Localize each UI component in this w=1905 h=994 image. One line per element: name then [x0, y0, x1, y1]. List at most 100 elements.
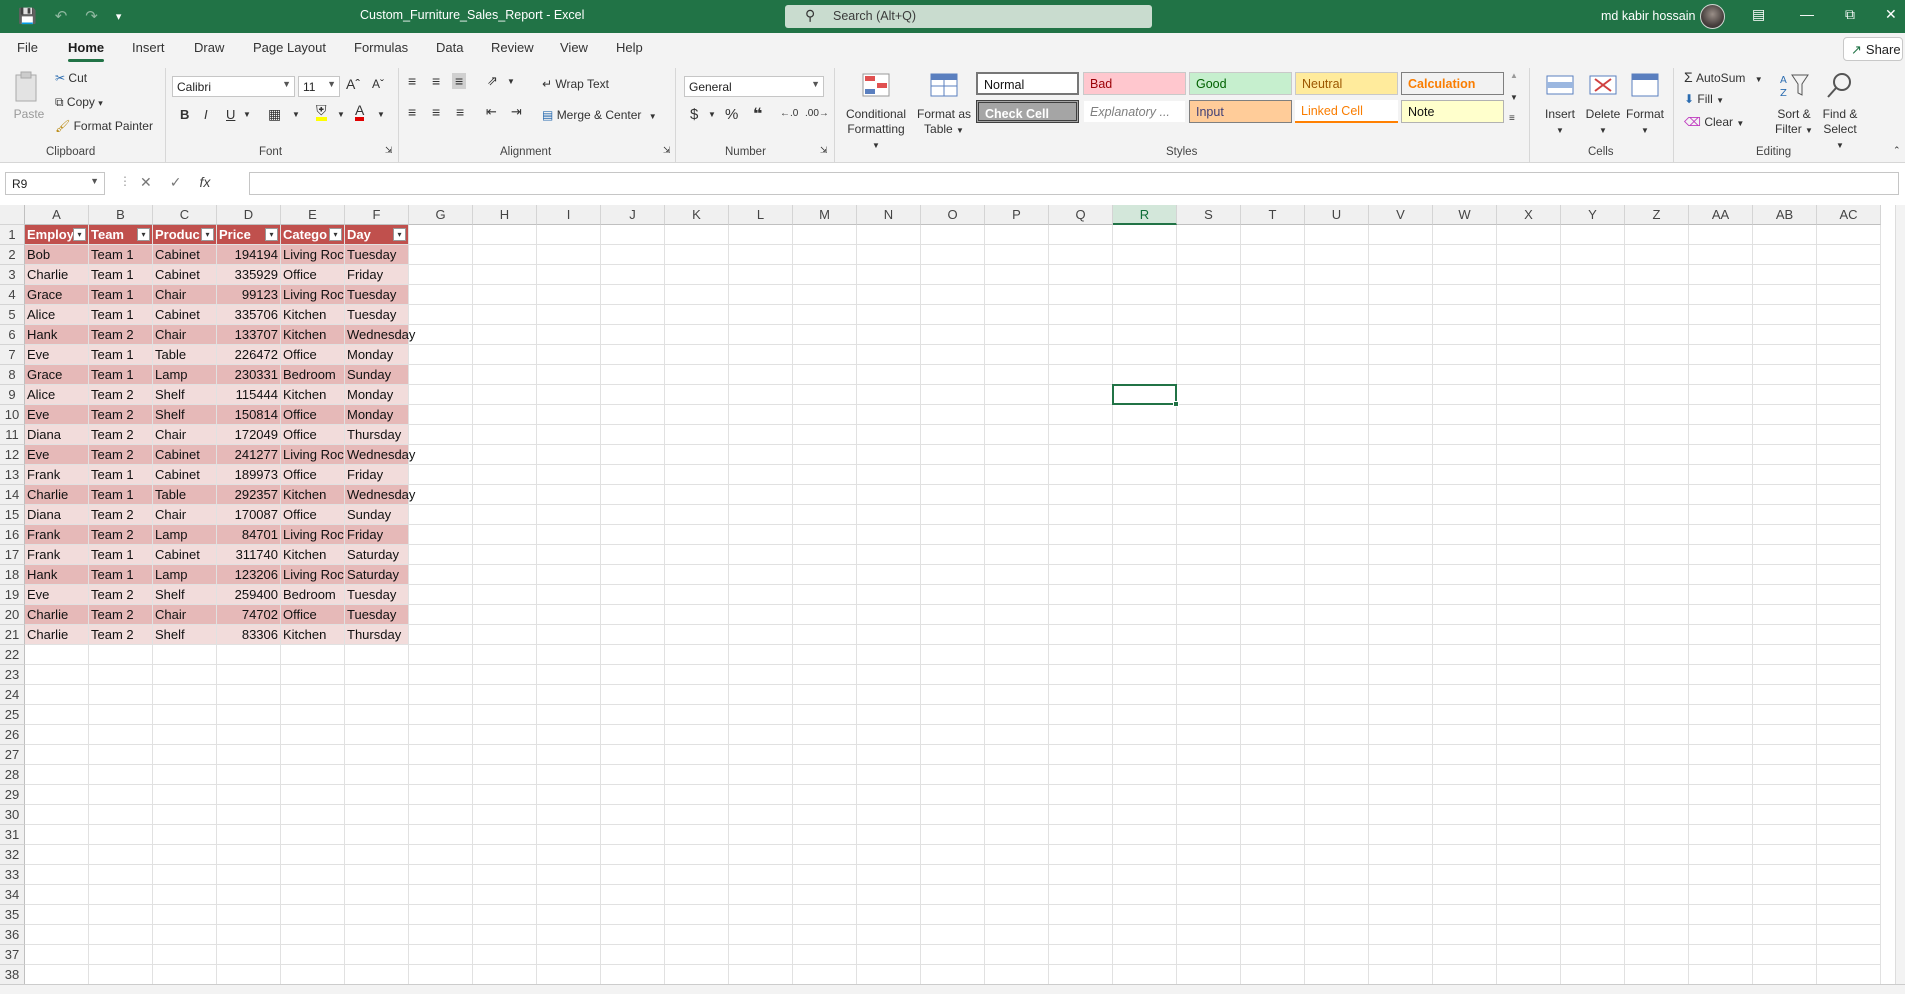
- cell[interactable]: [985, 485, 1049, 505]
- cell[interactable]: [1561, 845, 1625, 865]
- cell[interactable]: [1369, 605, 1433, 625]
- cell[interactable]: [665, 785, 729, 805]
- cell[interactable]: [1049, 665, 1113, 685]
- cell[interactable]: [1817, 245, 1881, 265]
- cell[interactable]: [1625, 745, 1689, 765]
- cell[interactable]: [473, 565, 537, 585]
- cell[interactable]: [473, 245, 537, 265]
- cell[interactable]: [793, 705, 857, 725]
- cell[interactable]: [345, 745, 409, 765]
- cell[interactable]: [1241, 785, 1305, 805]
- cell[interactable]: [345, 905, 409, 925]
- cell[interactable]: [665, 525, 729, 545]
- table-cell[interactable]: Living Roc: [281, 245, 345, 265]
- cell[interactable]: [793, 625, 857, 645]
- cell[interactable]: [89, 945, 153, 965]
- cell[interactable]: [857, 545, 921, 565]
- cell[interactable]: [89, 745, 153, 765]
- row-header[interactable]: 23: [0, 665, 25, 685]
- cell[interactable]: [1753, 645, 1817, 665]
- cell[interactable]: [1497, 345, 1561, 365]
- cell[interactable]: [1049, 405, 1113, 425]
- column-header[interactable]: M: [793, 205, 857, 225]
- cell[interactable]: [729, 705, 793, 725]
- cell[interactable]: [985, 765, 1049, 785]
- cell[interactable]: [473, 925, 537, 945]
- cell[interactable]: [985, 605, 1049, 625]
- cell[interactable]: [1305, 225, 1369, 245]
- row-header[interactable]: 14: [0, 485, 25, 505]
- cell[interactable]: [1497, 585, 1561, 605]
- cell[interactable]: [1113, 805, 1177, 825]
- table-cell[interactable]: Shelf: [153, 625, 217, 645]
- cell[interactable]: [281, 925, 345, 945]
- cell[interactable]: [537, 945, 601, 965]
- cell[interactable]: [1561, 285, 1625, 305]
- row-header[interactable]: 9: [0, 385, 25, 405]
- cell[interactable]: [1753, 685, 1817, 705]
- cell[interactable]: [1625, 665, 1689, 685]
- vertical-scrollbar[interactable]: [1895, 205, 1905, 985]
- cell[interactable]: [1113, 565, 1177, 585]
- cell[interactable]: [1497, 645, 1561, 665]
- tab-review[interactable]: Review: [491, 40, 534, 55]
- cell[interactable]: [537, 625, 601, 645]
- align-middle-icon[interactable]: ≡: [432, 73, 440, 89]
- cell[interactable]: [1369, 765, 1433, 785]
- cell[interactable]: [473, 885, 537, 905]
- cell[interactable]: [1753, 765, 1817, 785]
- cell[interactable]: [793, 825, 857, 845]
- font-size-combo[interactable]: 11 ▼: [298, 76, 340, 97]
- row-header[interactable]: 12: [0, 445, 25, 465]
- cell[interactable]: [1113, 405, 1177, 425]
- table-cell[interactable]: 335929: [217, 265, 281, 285]
- cell[interactable]: [1625, 645, 1689, 665]
- table-cell[interactable]: Office: [281, 465, 345, 485]
- cell[interactable]: [665, 705, 729, 725]
- cell[interactable]: [473, 865, 537, 885]
- cell[interactable]: [1817, 345, 1881, 365]
- cell[interactable]: [1561, 365, 1625, 385]
- cell[interactable]: [1241, 525, 1305, 545]
- filter-dropdown-icon[interactable]: ▾: [201, 228, 214, 241]
- cell[interactable]: [1177, 285, 1241, 305]
- cell[interactable]: [1561, 265, 1625, 285]
- cell[interactable]: [473, 725, 537, 745]
- cell[interactable]: [281, 765, 345, 785]
- row-header[interactable]: 22: [0, 645, 25, 665]
- cell[interactable]: [1113, 865, 1177, 885]
- cell[interactable]: [1625, 265, 1689, 285]
- table-cell[interactable]: Charlie: [25, 625, 89, 645]
- cell[interactable]: [1497, 425, 1561, 445]
- cell[interactable]: [601, 365, 665, 385]
- column-header[interactable]: R: [1113, 205, 1177, 225]
- table-cell[interactable]: Friday: [345, 465, 409, 485]
- cell[interactable]: [665, 365, 729, 385]
- cell[interactable]: [985, 745, 1049, 765]
- cell[interactable]: [1497, 805, 1561, 825]
- cell[interactable]: [793, 305, 857, 325]
- cell[interactable]: [729, 965, 793, 985]
- cell[interactable]: [1561, 965, 1625, 985]
- format-cells-button[interactable]: Format ▼: [1622, 71, 1668, 138]
- cell[interactable]: [793, 605, 857, 625]
- table-cell[interactable]: 83306: [217, 625, 281, 645]
- column-header[interactable]: P: [985, 205, 1049, 225]
- cell[interactable]: [1689, 585, 1753, 605]
- cell[interactable]: [1049, 385, 1113, 405]
- select-all-corner[interactable]: [0, 205, 25, 225]
- cell[interactable]: [25, 925, 89, 945]
- cell[interactable]: [1753, 905, 1817, 925]
- style-explanatory[interactable]: Explanatory ...: [1083, 100, 1186, 123]
- cell[interactable]: [473, 645, 537, 665]
- cell[interactable]: [1817, 325, 1881, 345]
- cell[interactable]: [537, 765, 601, 785]
- cell[interactable]: [1561, 705, 1625, 725]
- cell[interactable]: [1753, 705, 1817, 725]
- number-format-combo[interactable]: General ▼: [684, 76, 824, 97]
- cell[interactable]: [1305, 665, 1369, 685]
- cell[interactable]: [345, 645, 409, 665]
- cell[interactable]: [729, 685, 793, 705]
- cell[interactable]: [729, 345, 793, 365]
- cell[interactable]: [1305, 745, 1369, 765]
